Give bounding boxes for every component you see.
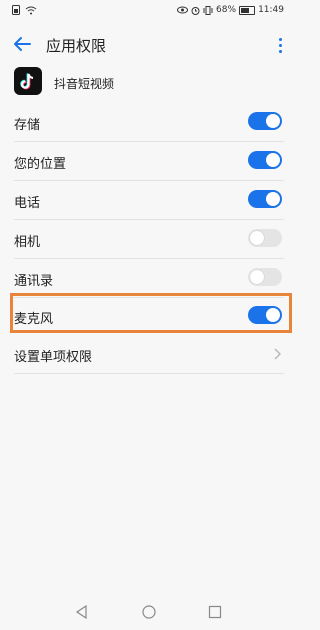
- wifi-icon: [25, 6, 37, 14]
- permission-label: 存储: [14, 118, 41, 133]
- app-bar: 应用权限: [0, 26, 298, 66]
- recents-square-icon[interactable]: [207, 604, 223, 620]
- permission-row-phone[interactable]: 电话: [0, 180, 298, 220]
- status-bar: 68% 11:49: [0, 0, 298, 22]
- location-toggle[interactable]: [248, 151, 282, 169]
- settings-label: 设置单项权限: [14, 350, 93, 365]
- eye-icon: [177, 6, 189, 14]
- highlight-box: [10, 293, 292, 333]
- chevron-right-icon: [274, 348, 281, 360]
- phone-toggle[interactable]: [248, 190, 282, 208]
- divider: [14, 373, 284, 374]
- back-triangle-icon[interactable]: [74, 604, 90, 620]
- vibrate-icon: [203, 5, 213, 15]
- alarm-icon: [191, 6, 200, 15]
- battery-icon: [239, 5, 256, 15]
- permission-row-location[interactable]: 您的位置: [0, 141, 298, 181]
- back-arrow-icon[interactable]: [10, 32, 34, 56]
- home-circle-icon[interactable]: [141, 604, 157, 620]
- camera-toggle[interactable]: [248, 229, 282, 247]
- permission-label: 电话: [14, 196, 41, 211]
- permission-label: 您的位置: [14, 157, 67, 172]
- page-title: 应用权限: [46, 37, 107, 55]
- sim-icon: [12, 5, 20, 15]
- permission-row-storage[interactable]: 存储: [0, 102, 298, 142]
- more-options-icon[interactable]: [272, 34, 288, 56]
- tiktok-app-icon: [14, 67, 42, 95]
- battery-percent: 68%: [216, 5, 237, 15]
- permission-label: 相机: [14, 235, 41, 250]
- app-name: 抖音短视频: [54, 77, 115, 91]
- storage-toggle[interactable]: [248, 112, 282, 130]
- set-individual-permissions-row[interactable]: 设置单项权限: [0, 334, 298, 374]
- navigation-bar: [0, 596, 298, 630]
- permission-row-camera[interactable]: 相机: [0, 219, 298, 259]
- permission-row-contacts[interactable]: 通讯录: [0, 258, 298, 298]
- clock: 11:49: [258, 5, 284, 15]
- app-info: 抖音短视频: [0, 64, 298, 102]
- contacts-toggle[interactable]: [248, 268, 282, 286]
- permission-label: 通讯录: [14, 274, 54, 289]
